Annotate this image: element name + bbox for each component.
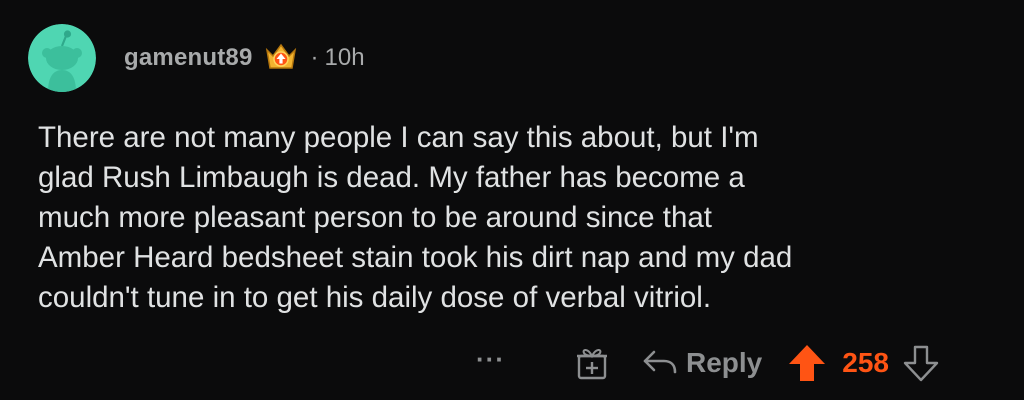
more-options-button[interactable]: ··· <box>476 346 532 372</box>
reply-label: Reply <box>686 347 763 378</box>
username-link[interactable]: gamenut89 <box>124 44 253 72</box>
downvote-arrow-icon[interactable] <box>901 343 941 383</box>
comment-body: There are not many people I can say this… <box>38 121 793 314</box>
award-gift-icon[interactable] <box>572 343 612 383</box>
comment-action-bar: ··· Reply 258 <box>470 338 941 388</box>
reply-button[interactable]: Reply <box>642 347 762 379</box>
reply-arrow-icon <box>642 348 678 378</box>
comment-card: gamenut89 · 10h There are not many peopl… <box>0 0 1024 400</box>
crown-badge-icon <box>263 40 299 76</box>
snoo-avatar-icon <box>28 24 96 92</box>
comment-header: gamenut89 · 10h <box>124 38 365 78</box>
upvote-arrow-icon[interactable] <box>786 342 828 384</box>
user-avatar[interactable] <box>28 24 96 92</box>
vote-score: 258 <box>842 347 889 378</box>
header-separator: · <box>310 44 319 71</box>
comment-timestamp[interactable]: 10h <box>325 44 365 72</box>
